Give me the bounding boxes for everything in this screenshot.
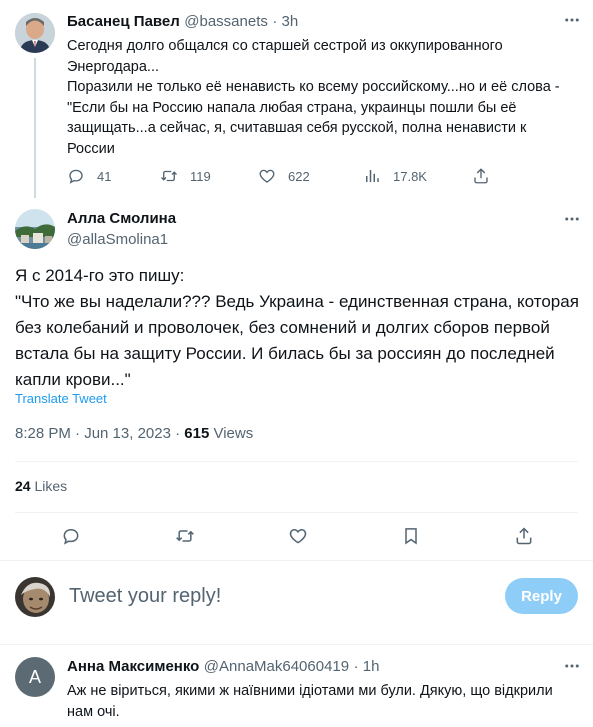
parent-views-count: 17.8K bbox=[393, 168, 427, 184]
main-tweet-text: Я с 2014-го это пишу: "Что же вы наделал… bbox=[15, 263, 585, 393]
reply-author-name[interactable]: Анна Максименко bbox=[67, 658, 199, 675]
likes-count: 24 bbox=[15, 478, 31, 494]
share-icon bbox=[474, 168, 488, 184]
main-views-count: 615 bbox=[184, 425, 210, 442]
main-share-button[interactable] bbox=[507, 519, 541, 553]
retweet-icon bbox=[176, 530, 194, 542]
divider bbox=[15, 461, 578, 462]
main-text-line: "Что же вы наделали??? Ведь Украина - ед… bbox=[15, 292, 579, 311]
reply-submit-button[interactable]: Reply bbox=[505, 578, 578, 614]
translate-tweet-link[interactable]: Translate Tweet bbox=[15, 391, 107, 406]
main-avatar[interactable] bbox=[15, 209, 55, 249]
main-reply-button[interactable] bbox=[54, 519, 88, 553]
retweet-icon bbox=[161, 170, 177, 182]
parent-author-handle[interactable]: @bassanets bbox=[184, 13, 268, 30]
divider bbox=[0, 644, 593, 645]
reply-text-line: Аж не віриться, якими ж наївними ідіотам… bbox=[67, 683, 553, 699]
parent-share-button[interactable] bbox=[472, 167, 502, 185]
main-avatar-image bbox=[15, 209, 55, 249]
main-views-label: Views bbox=[209, 425, 254, 442]
share-icon bbox=[516, 527, 532, 545]
reply-time[interactable]: · 1h bbox=[354, 658, 380, 675]
parent-views-button[interactable]: 17.8K bbox=[363, 167, 427, 185]
divider bbox=[0, 560, 593, 561]
main-author-block: Алла Смолина @allaSmolina1 bbox=[67, 210, 176, 248]
like-icon bbox=[259, 169, 275, 183]
parent-retweet-count: 119 bbox=[190, 168, 211, 184]
parent-text-line: "Если бы на Россию напала любая страна, … bbox=[67, 99, 517, 116]
main-text-line: капли крови..." bbox=[15, 370, 131, 389]
parent-retweet-button[interactable]: 119 bbox=[160, 167, 211, 185]
main-text-line: встала бы на защиту России. И билась бы … bbox=[15, 344, 555, 363]
reply-avatar[interactable]: A bbox=[15, 657, 55, 697]
reply-icon bbox=[63, 528, 79, 545]
parent-author-name[interactable]: Басанец Павел bbox=[67, 13, 180, 30]
parent-reply-button[interactable]: 41 bbox=[67, 167, 111, 185]
divider bbox=[15, 512, 578, 513]
more-icon bbox=[565, 217, 579, 221]
main-like-button[interactable] bbox=[281, 519, 315, 553]
main-meta: 8:28 PM · Jun 13, 2023 · 615 Views bbox=[15, 425, 253, 442]
main-text-line: без колебаний и проволочек, без сомнений… bbox=[15, 318, 550, 337]
reply-header: Анна Максименко @AnnaMak64060419 · 1h bbox=[67, 658, 379, 676]
main-timestamp[interactable]: 8:28 PM · Jun 13, 2023 · bbox=[15, 425, 184, 442]
parent-avatar-image bbox=[15, 13, 55, 53]
current-user-avatar-image bbox=[15, 577, 55, 617]
current-user-avatar[interactable] bbox=[15, 577, 55, 617]
reply-text-line: нам очі. bbox=[67, 703, 120, 720]
reply-input[interactable]: Tweet your reply! bbox=[69, 585, 221, 608]
views-icon bbox=[366, 170, 379, 182]
parent-tweet-text: Сегодня долго общался со старшей сестрой… bbox=[67, 36, 582, 159]
parent-text-line: России bbox=[67, 140, 115, 157]
reply-more-button[interactable] bbox=[563, 657, 581, 680]
parent-avatar[interactable] bbox=[15, 13, 55, 53]
parent-text-line: защищать...а сейчас, я, считавшая себя р… bbox=[67, 120, 527, 136]
reply-icon bbox=[69, 169, 83, 184]
main-author-name[interactable]: Алла Смолина bbox=[67, 210, 176, 227]
reply-avatar-letter: A bbox=[28, 666, 41, 687]
parent-like-count: 622 bbox=[288, 168, 310, 184]
parent-reply-count: 41 bbox=[97, 168, 112, 184]
main-bookmark-button[interactable] bbox=[394, 519, 428, 553]
parent-header: Басанец Павел @bassanets · 3h bbox=[67, 13, 298, 31]
more-icon bbox=[565, 18, 579, 22]
bookmark-icon bbox=[405, 528, 417, 545]
likes-stat[interactable]: 24 Likes bbox=[15, 478, 67, 494]
likes-label: Likes bbox=[30, 478, 68, 494]
parent-text-line: Сегодня долго общался со старшей сестрой… bbox=[67, 38, 503, 54]
parent-time[interactable]: · 3h bbox=[272, 13, 298, 30]
parent-text-line: Энергодара... bbox=[67, 58, 160, 75]
parent-text-line: Поразили не только её ненависть ко всему… bbox=[67, 79, 560, 95]
parent-like-button[interactable]: 622 bbox=[258, 167, 310, 185]
main-more-button[interactable] bbox=[563, 210, 581, 233]
more-icon bbox=[565, 664, 579, 668]
main-author-handle[interactable]: @allaSmolina1 bbox=[67, 231, 176, 248]
thread-line bbox=[34, 58, 36, 198]
parent-more-button[interactable] bbox=[563, 11, 581, 34]
reply-tweet-text: Аж не віриться, якими ж наївними ідіотам… bbox=[67, 681, 582, 722]
main-retweet-button[interactable] bbox=[168, 519, 202, 553]
like-icon bbox=[289, 528, 307, 544]
main-text-line: Я с 2014-го это пишу: bbox=[15, 266, 185, 285]
reply-author-handle[interactable]: @AnnaMak64060419 bbox=[204, 658, 349, 675]
